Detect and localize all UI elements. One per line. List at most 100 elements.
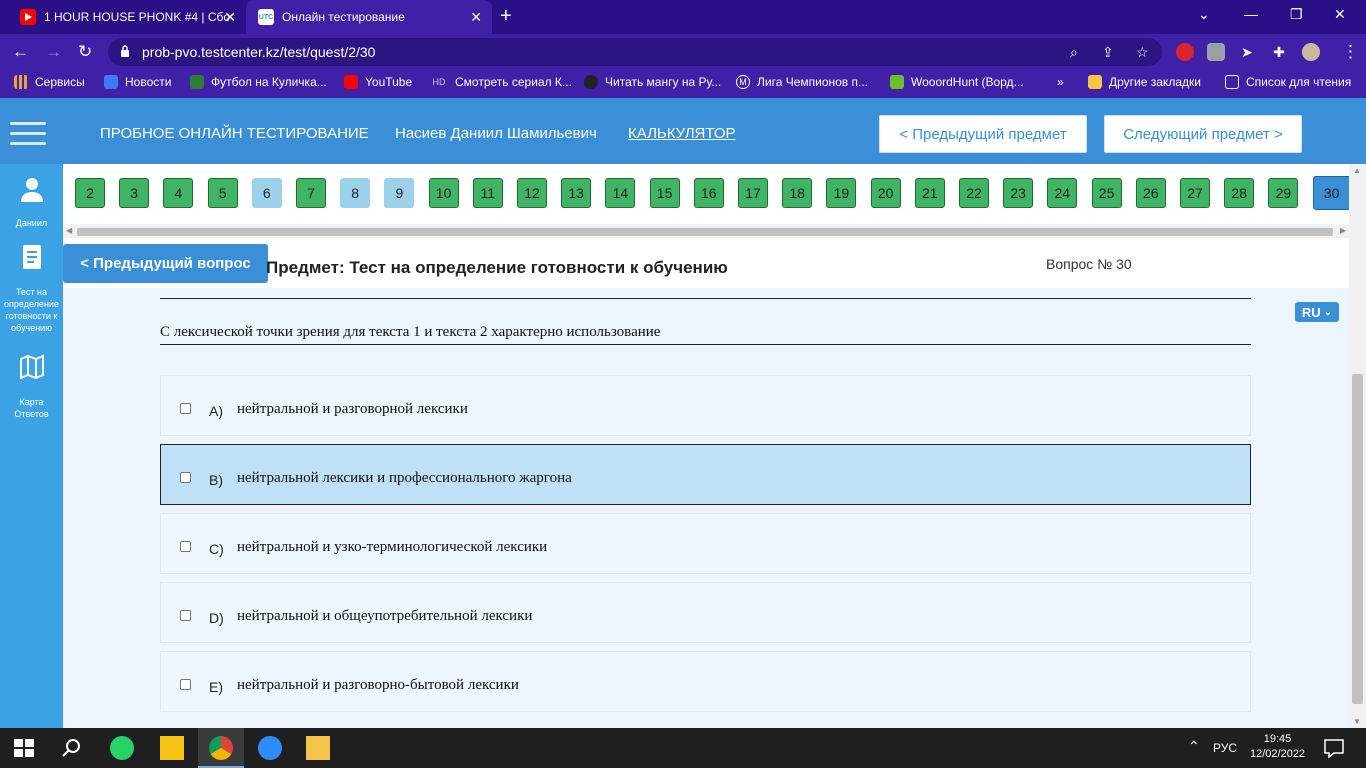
menu-kebab-icon[interactable]: ⋮	[1342, 42, 1359, 62]
calculator-link[interactable]: КАЛЬКУЛЯТОР	[628, 125, 736, 142]
vertical-scrollbar[interactable]: ▲ ▼	[1349, 164, 1366, 728]
share-icon[interactable]: ⇪	[1102, 44, 1114, 61]
reading-list[interactable]: Список для чтения	[1225, 75, 1351, 89]
question-number-button[interactable]: 29	[1268, 178, 1299, 208]
answer-checkbox[interactable]	[180, 403, 191, 414]
search-icon[interactable]	[60, 736, 84, 760]
question-number-button[interactable]: 14	[605, 178, 636, 208]
forward-icon[interactable]: →	[45, 42, 62, 62]
question-number-button[interactable]: 15	[649, 178, 680, 208]
question-number-button[interactable]: 16	[693, 178, 724, 208]
question-number-button[interactable]: 21	[914, 178, 945, 208]
answer-checkbox[interactable]	[180, 610, 191, 621]
sticky-notes-icon[interactable]	[160, 736, 184, 760]
whatsapp-icon[interactable]	[110, 736, 134, 760]
map-icon[interactable]	[19, 354, 45, 380]
answer-option[interactable]: A) нейтральной и разговорной лексики	[160, 375, 1251, 436]
cursor-extension-icon[interactable]: ➤	[1238, 43, 1256, 61]
input-language[interactable]: РУС	[1213, 741, 1237, 755]
question-number-button[interactable]: 9	[384, 178, 415, 208]
reload-icon[interactable]: ↻	[78, 42, 92, 62]
extensions-puzzle-icon[interactable]: ✚	[1270, 43, 1288, 61]
question-number-button[interactable]: 23	[1003, 178, 1034, 208]
scrollbar-thumb[interactable]	[1352, 374, 1363, 704]
bookmark-news[interactable]: Новости	[104, 75, 171, 89]
prev-subject-button[interactable]: < Предыдущий предмет	[879, 115, 1087, 153]
next-subject-button[interactable]: Следующий предмет >	[1104, 115, 1302, 153]
new-tab-icon[interactable]: +	[500, 5, 512, 28]
document-icon[interactable]	[19, 244, 45, 270]
question-number-button[interactable]: 7	[296, 178, 326, 208]
prev-question-button[interactable]: < Предыдущий вопрос	[63, 244, 268, 283]
profile-avatar[interactable]	[1302, 43, 1320, 61]
restore-icon[interactable]: ❐	[1290, 6, 1303, 23]
question-number-button[interactable]: 28	[1224, 178, 1255, 208]
question-number-button[interactable]: 22	[959, 178, 989, 208]
scroll-up-icon[interactable]: ▲	[1353, 166, 1361, 175]
tab-youtube[interactable]: 1 HOUR HOUSE PHONK #4 | Сбо ✕	[8, 0, 246, 34]
scrollbar-thumb[interactable]	[77, 228, 1333, 236]
url-input[interactable]: prob-pvo.testcenter.kz/test/quest/2/30 ⌕…	[108, 38, 1162, 66]
sidebar-test-label[interactable]: Тест на определение готовности к обучени…	[0, 286, 63, 334]
question-number-button[interactable]: 30	[1312, 176, 1351, 210]
question-number-button[interactable]: 19	[826, 178, 857, 208]
question-number-button[interactable]: 2	[75, 178, 105, 208]
tab-testcenter[interactable]: UTC Онлайн тестирование ✕	[246, 0, 492, 34]
bookmark-star-icon[interactable]: ☆	[1136, 44, 1149, 61]
sidebar-map-label[interactable]: Карта Ответов	[0, 396, 63, 420]
tab-search-icon[interactable]: ⌄	[1198, 6, 1210, 23]
answer-checkbox[interactable]	[180, 472, 191, 483]
answer-checkbox[interactable]	[180, 679, 191, 690]
language-select[interactable]: RU ⌄	[1295, 302, 1339, 322]
question-number-button[interactable]: 17	[738, 178, 768, 208]
horizontal-scrollbar[interactable]: ◀ ▶	[63, 226, 1349, 238]
answer-option[interactable]: C) нейтральной и узко-терминологической л…	[160, 513, 1251, 574]
bookmarks-more[interactable]: »	[1057, 75, 1064, 89]
bookmark-champions[interactable]: M Лига Чемпионов п...	[736, 75, 868, 89]
question-number-button[interactable]: 26	[1135, 178, 1166, 208]
question-number-button[interactable]: 3	[119, 178, 150, 208]
bookmark-youtube[interactable]: YouTube	[344, 75, 412, 89]
scroll-down-icon[interactable]: ▼	[1353, 717, 1361, 726]
close-window-icon[interactable]: ✕	[1334, 6, 1346, 23]
bookmark-wooordhunt[interactable]: WooordHunt (Ворд...	[890, 75, 1024, 89]
bookmark-manga[interactable]: Читать мангу на Ру...	[584, 75, 721, 89]
zoom-app-icon[interactable]	[258, 736, 282, 760]
bookmark-serial[interactable]: HD Смотреть сериал К...	[430, 75, 572, 89]
scroll-right-icon[interactable]: ▶	[1340, 226, 1346, 235]
question-number-button[interactable]: 5	[207, 178, 238, 208]
answer-option[interactable]: D) нейтральной и общеупотребительной лекс…	[160, 582, 1251, 643]
bookmark-football[interactable]: Футбол на Куличка...	[190, 75, 327, 89]
question-number-button[interactable]: 18	[782, 178, 813, 208]
question-number-button[interactable]: 8	[340, 178, 371, 208]
close-tab-icon[interactable]: ✕	[224, 9, 236, 26]
bookmark-services[interactable]: Сервисы	[14, 75, 85, 89]
clock[interactable]: 19:45 12/02/2022	[1250, 732, 1305, 762]
question-number-button[interactable]: 4	[163, 178, 194, 208]
question-number-button[interactable]: 25	[1091, 178, 1122, 208]
user-icon[interactable]	[19, 176, 45, 202]
scroll-left-icon[interactable]: ◀	[66, 226, 72, 235]
windows-start-icon[interactable]	[12, 736, 36, 760]
question-number-button[interactable]: 24	[1047, 178, 1078, 208]
extension-icon[interactable]	[1207, 43, 1225, 61]
question-number-button[interactable]: 13	[561, 178, 592, 208]
question-number-button[interactable]: 27	[1180, 178, 1210, 208]
other-bookmarks[interactable]: Другие закладки	[1088, 75, 1201, 89]
answer-checkbox[interactable]	[180, 541, 191, 552]
question-number-button[interactable]: 10	[428, 178, 459, 208]
notifications-icon[interactable]	[1322, 736, 1346, 760]
answer-option[interactable]: B) нейтральной лексики и профессиональног…	[160, 444, 1251, 505]
back-icon[interactable]: ←	[12, 42, 29, 62]
minimize-icon[interactable]: —	[1244, 6, 1258, 22]
answer-option[interactable]: E) нейтральной и разговорно-бытовой лекси…	[160, 651, 1251, 712]
question-number-button[interactable]: 11	[472, 178, 503, 208]
question-number-button[interactable]: 12	[517, 178, 547, 208]
hamburger-menu-icon[interactable]	[10, 122, 46, 152]
question-number-button[interactable]: 6	[251, 178, 282, 208]
close-tab-icon[interactable]: ✕	[470, 9, 482, 26]
chevron-up-icon[interactable]: ⌃	[1188, 738, 1200, 755]
chrome-icon[interactable]	[209, 736, 233, 760]
file-explorer-icon[interactable]	[306, 736, 330, 760]
zoom-icon[interactable]: ⌕	[1070, 44, 1078, 61]
